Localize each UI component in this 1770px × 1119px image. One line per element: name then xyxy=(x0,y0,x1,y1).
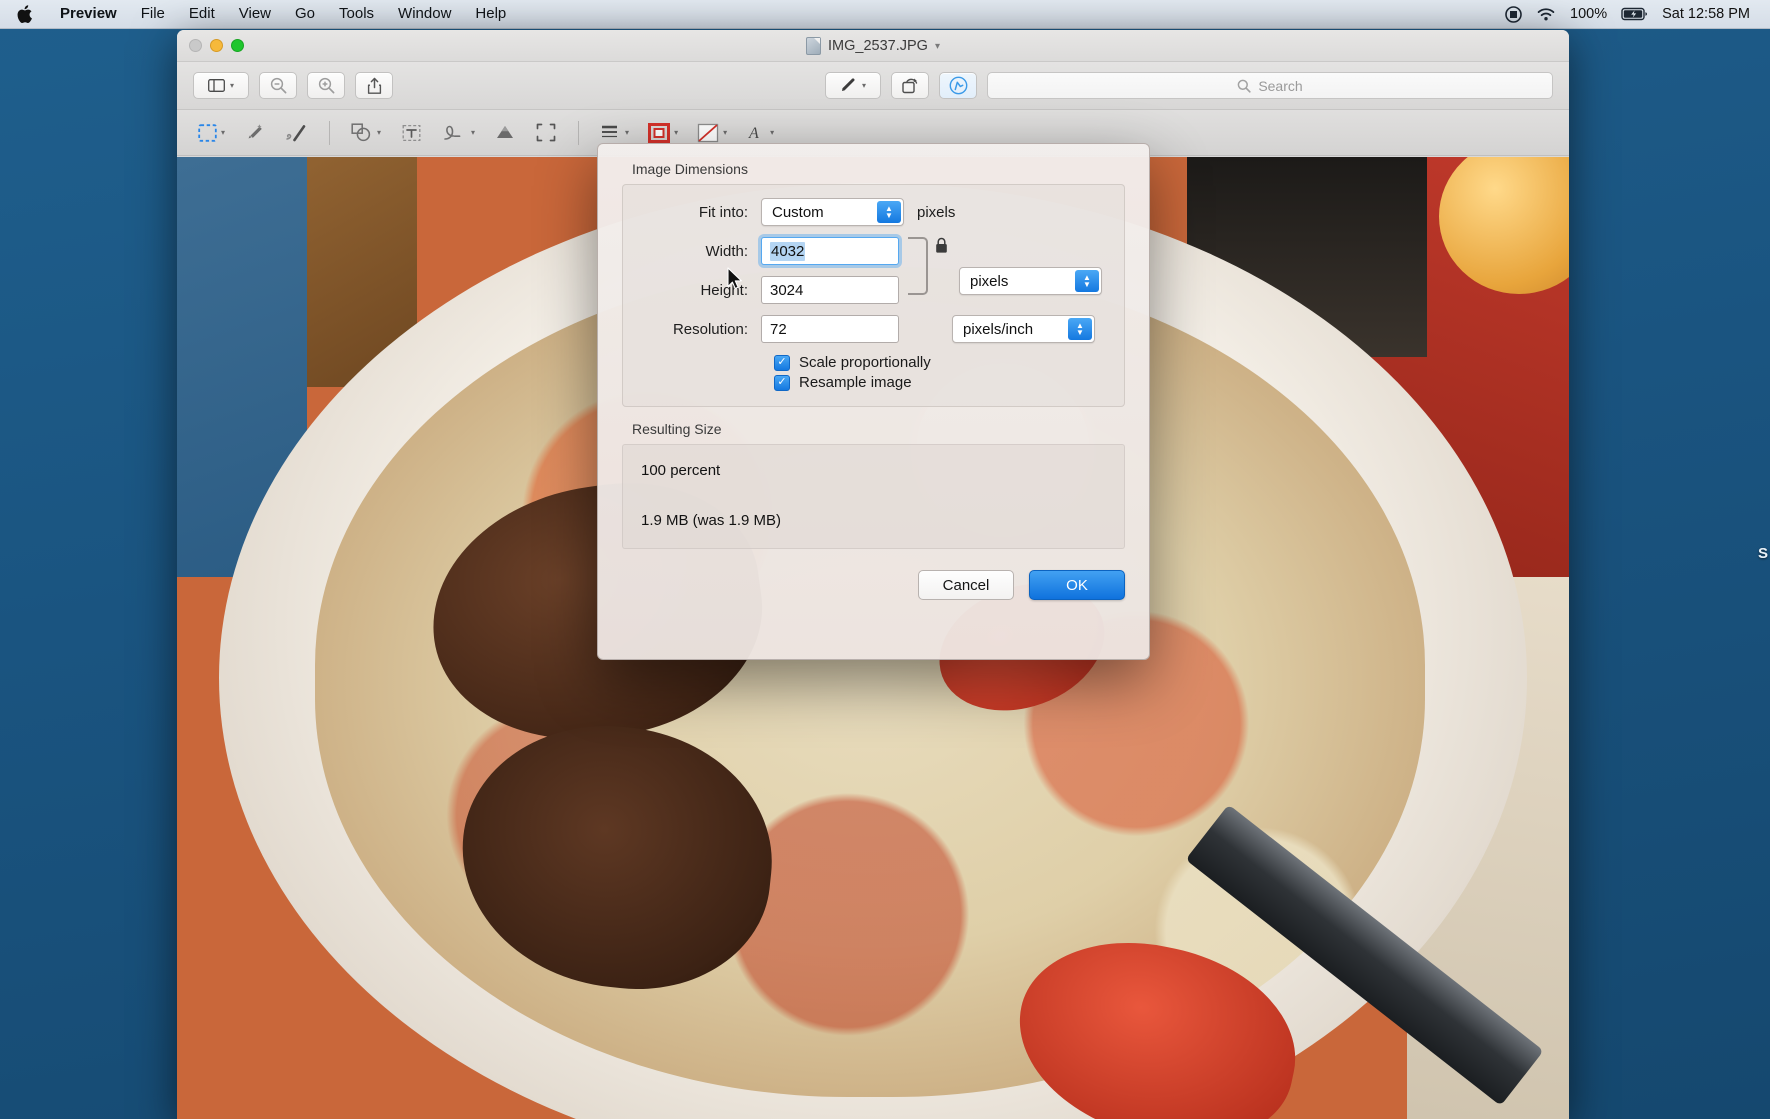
zoom-out-button[interactable] xyxy=(259,72,297,99)
resolution-input[interactable]: 72 xyxy=(761,315,899,343)
minimize-button[interactable] xyxy=(210,39,223,52)
size-unit-value: pixels xyxy=(970,272,1009,290)
window-controls xyxy=(189,39,244,52)
menu-bar: Preview File Edit View Go Tools Window H… xyxy=(0,0,1770,29)
desktop-icon-label: S xyxy=(1757,545,1768,562)
close-button[interactable] xyxy=(189,39,202,52)
text-tool[interactable] xyxy=(395,119,427,147)
width-row: Width: 4032 xyxy=(641,237,899,265)
resolution-value: 72 xyxy=(770,320,787,338)
resample-image-label: Resample image xyxy=(799,374,912,391)
menu-file[interactable]: File xyxy=(129,4,177,24)
stepper-arrows-icon[interactable]: ▲ ▼ xyxy=(1075,270,1099,292)
resulting-percent: 100 percent xyxy=(641,462,721,479)
cancel-button[interactable]: Cancel xyxy=(918,570,1014,600)
search-input[interactable]: Search xyxy=(987,72,1553,99)
width-value: 4032 xyxy=(770,241,806,261)
window-title-group: IMG_2537.JPG ▾ xyxy=(177,30,1569,62)
rectangular-selection-tool[interactable]: ▾ xyxy=(193,119,230,147)
fit-into-select[interactable]: Custom ▲ ▼ xyxy=(761,198,904,226)
stepper-arrows-icon[interactable]: ▲ ▼ xyxy=(877,201,901,223)
menu-bar-status-area: 100% Sat 12:58 PM xyxy=(1505,5,1756,23)
chevron-down-icon[interactable]: ▾ xyxy=(471,128,475,137)
chevron-down-icon[interactable]: ▾ xyxy=(221,128,225,137)
chevron-down-icon[interactable]: ▾ xyxy=(935,41,940,52)
width-input[interactable]: 4032 xyxy=(761,237,899,265)
resolution-label: Resolution: xyxy=(672,320,748,338)
scale-proportionally-label: Scale proportionally xyxy=(799,354,931,371)
battery-charging-icon[interactable] xyxy=(1621,7,1648,21)
menu-go[interactable]: Go xyxy=(283,4,327,24)
menu-view[interactable]: View xyxy=(227,4,283,24)
markup-toggle-button[interactable]: ▾ xyxy=(825,72,881,99)
sketch-tool[interactable] xyxy=(280,119,313,147)
height-label: Height: xyxy=(700,281,748,299)
shapes-tool[interactable]: ▾ xyxy=(346,119,386,147)
scale-proportionally-row[interactable]: ✓ Scale proportionally xyxy=(774,354,1106,371)
annotate-button[interactable] xyxy=(939,72,977,99)
height-value: 3024 xyxy=(770,281,804,299)
height-input[interactable]: 3024 xyxy=(761,276,899,304)
resolution-unit-select[interactable]: pixels/inch ▲ ▼ xyxy=(952,315,1095,343)
instant-alpha-tool[interactable] xyxy=(239,119,271,147)
resulting-filesize: 1.9 MB (was 1.9 MB) xyxy=(641,512,782,529)
rotate-button[interactable] xyxy=(891,72,929,99)
zoom-in-button[interactable] xyxy=(307,72,345,99)
window-toolbar: ▾ ▾ Search xyxy=(177,62,1569,110)
document-icon xyxy=(806,37,822,55)
chevron-down-icon[interactable]: ▾ xyxy=(770,128,774,137)
toolbar-divider xyxy=(578,120,580,145)
mask-tool[interactable] xyxy=(489,119,521,147)
search-placeholder: Search xyxy=(1258,77,1303,94)
chevron-down-icon[interactable]: ▾ xyxy=(862,81,866,90)
ok-button[interactable]: OK xyxy=(1029,570,1125,600)
crop-tool[interactable] xyxy=(530,119,562,147)
search-icon xyxy=(1237,79,1251,93)
menu-help[interactable]: Help xyxy=(463,4,518,24)
stepper-arrows-icon[interactable]: ▲ ▼ xyxy=(1068,318,1092,340)
zoom-button[interactable] xyxy=(231,39,244,52)
resolution-unit-value: pixels/inch xyxy=(963,320,1034,338)
dialog-button-row: Cancel OK xyxy=(622,570,1125,600)
image-dimensions-panel: Fit into: Custom ▲ ▼ pixels Width: 4032 H… xyxy=(622,184,1125,407)
resample-image-checkbox[interactable]: ✓ xyxy=(774,374,790,391)
menu-edit[interactable]: Edit xyxy=(177,4,227,24)
chevron-down-icon[interactable]: ▾ xyxy=(723,128,727,137)
resulting-size-heading: Resulting Size xyxy=(632,421,722,437)
chevron-down-icon[interactable]: ▾ xyxy=(230,81,234,90)
image-size-dialog: Image Dimensions Fit into: Custom ▲ ▼ pix… xyxy=(597,143,1150,660)
window-title: IMG_2537.JPG xyxy=(828,38,928,54)
size-unit-select[interactable]: pixels ▲ ▼ xyxy=(959,267,1102,295)
menu-tools[interactable]: Tools xyxy=(327,4,386,24)
window-title-bar[interactable]: IMG_2537.JPG ▾ xyxy=(177,30,1569,62)
width-label: Width: xyxy=(705,242,748,260)
wifi-icon[interactable] xyxy=(1536,7,1556,22)
mouse-cursor xyxy=(727,267,743,295)
image-dimensions-heading: Image Dimensions xyxy=(632,161,748,177)
menu-preview[interactable]: Preview xyxy=(48,4,129,24)
resample-image-row[interactable]: ✓ Resample image xyxy=(774,374,1106,391)
battery-percent-label: 100% xyxy=(1570,6,1608,22)
height-row: Height: 3024 xyxy=(641,276,899,304)
fit-into-units-label: pixels xyxy=(917,203,956,221)
chevron-down-icon[interactable]: ▾ xyxy=(377,128,381,137)
fit-into-label: Fit into: xyxy=(698,203,748,221)
resulting-size-panel: 100 percent 1.9 MB (was 1.9 MB) xyxy=(622,444,1125,549)
proportional-link-bracket xyxy=(908,237,928,295)
chevron-down-icon[interactable]: ▾ xyxy=(674,128,678,137)
menu-window[interactable]: Window xyxy=(386,4,463,24)
screen-record-icon[interactable] xyxy=(1505,5,1522,23)
apple-logo-icon[interactable] xyxy=(14,3,34,25)
sidebar-toggle-button[interactable]: ▾ xyxy=(193,72,249,99)
svg-text:A: A xyxy=(748,125,759,142)
share-button[interactable] xyxy=(355,72,393,99)
fit-into-value: Custom xyxy=(772,203,824,221)
lock-closed-icon xyxy=(933,237,949,254)
signature-tool[interactable]: ▾ xyxy=(436,119,480,147)
toolbar-divider xyxy=(329,120,331,145)
scale-proportionally-checkbox[interactable]: ✓ xyxy=(774,354,790,371)
fit-into-row: Fit into: Custom ▲ ▼ pixels xyxy=(641,198,1106,226)
menu-bar-clock: Sat 12:58 PM xyxy=(1662,6,1750,22)
chevron-down-icon[interactable]: ▾ xyxy=(625,128,629,137)
